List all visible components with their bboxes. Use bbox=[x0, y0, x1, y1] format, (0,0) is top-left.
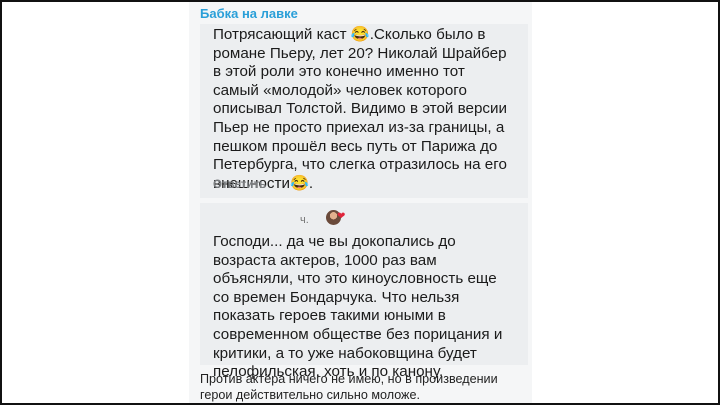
right-blank-area bbox=[532, 2, 718, 403]
comment-2-text: Господи... да че вы докопались до возрас… bbox=[213, 233, 503, 381]
left-blank-area bbox=[2, 2, 189, 403]
comment-1-text: Потрясающий каст 😂.Сколько было в романе… bbox=[213, 26, 507, 192]
channel-name[interactable]: Бабка на лавке bbox=[200, 6, 298, 21]
heart-icon[interactable]: ❤ bbox=[337, 211, 345, 222]
reply-button[interactable]: Ответить bbox=[213, 179, 266, 191]
footer-text: Против актёра ничего не имею, но в произ… bbox=[200, 372, 498, 402]
comment-time: ч. bbox=[300, 214, 309, 226]
